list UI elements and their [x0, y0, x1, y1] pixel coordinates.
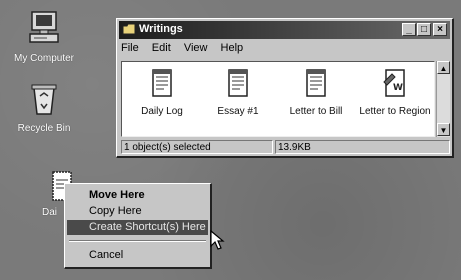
menu-bar: File Edit View Help	[121, 42, 253, 58]
close-button[interactable]: ×	[433, 23, 447, 36]
mouse-pointer-icon	[210, 229, 226, 257]
menu-item-move-here[interactable]: Move Here	[67, 188, 208, 203]
drag-context-menu: Move Here Copy Here Create Shortcut(s) H…	[64, 183, 212, 269]
status-selection: 1 object(s) selected	[121, 140, 273, 154]
writings-window: Writings _ □ × File Edit View Help Daily…	[116, 18, 454, 158]
vertical-scrollbar[interactable]: ▲ ▼	[436, 61, 450, 137]
minimize-button[interactable]: _	[402, 23, 416, 36]
file-item-letter-to-bill[interactable]: Letter to Bill	[282, 68, 350, 118]
status-bar: 1 object(s) selected 13.9KB	[121, 140, 450, 154]
window-titlebar[interactable]: Writings _ □ ×	[119, 21, 450, 39]
desktop-icon-label: My Computer	[13, 53, 74, 64]
file-label: Letter to Region	[359, 106, 431, 117]
desktop-icon-my-computer[interactable]: My Computer	[4, 10, 84, 65]
document-icon	[204, 68, 272, 102]
menu-item-cancel[interactable]: Cancel	[67, 248, 208, 263]
menu-view[interactable]: View	[184, 42, 208, 54]
recycle-bin-icon	[29, 82, 59, 121]
desktop-icon-recycle-bin[interactable]: Recycle Bin	[4, 82, 84, 135]
file-label: Essay #1	[217, 106, 259, 117]
desktop-icon-label: Recycle Bin	[17, 123, 71, 134]
file-item-letter-to-region[interactable]: W Letter to Region	[358, 68, 432, 118]
scroll-up-button[interactable]: ▲	[437, 61, 450, 74]
file-item-daily-log[interactable]: Daily Log	[128, 68, 196, 118]
scroll-down-button[interactable]: ▼	[437, 123, 450, 136]
maximize-button[interactable]: □	[417, 23, 431, 36]
status-size: 13.9KB	[275, 140, 450, 154]
window-title: Writings	[139, 23, 183, 35]
file-label: Daily Log	[141, 106, 183, 117]
menu-separator	[69, 240, 206, 242]
wordpad-document-icon: W	[358, 68, 432, 102]
menu-item-create-shortcut-here[interactable]: Create Shortcut(s) Here	[67, 220, 208, 235]
folder-icon	[122, 23, 136, 38]
document-icon	[128, 68, 196, 102]
dragged-file-label: Dai	[42, 207, 58, 218]
my-computer-icon	[27, 10, 61, 51]
file-item-essay-1[interactable]: Essay #1	[204, 68, 272, 118]
menu-item-copy-here[interactable]: Copy Here	[67, 204, 208, 219]
menu-help[interactable]: Help	[221, 42, 244, 54]
menu-edit[interactable]: Edit	[152, 42, 171, 54]
menu-file[interactable]: File	[121, 42, 139, 54]
file-list: Daily Log Essay #1 Letter to Bill W Lett…	[121, 61, 435, 137]
svg-text:W: W	[393, 83, 403, 93]
file-label: Letter to Bill	[289, 106, 343, 117]
document-icon	[282, 68, 350, 102]
